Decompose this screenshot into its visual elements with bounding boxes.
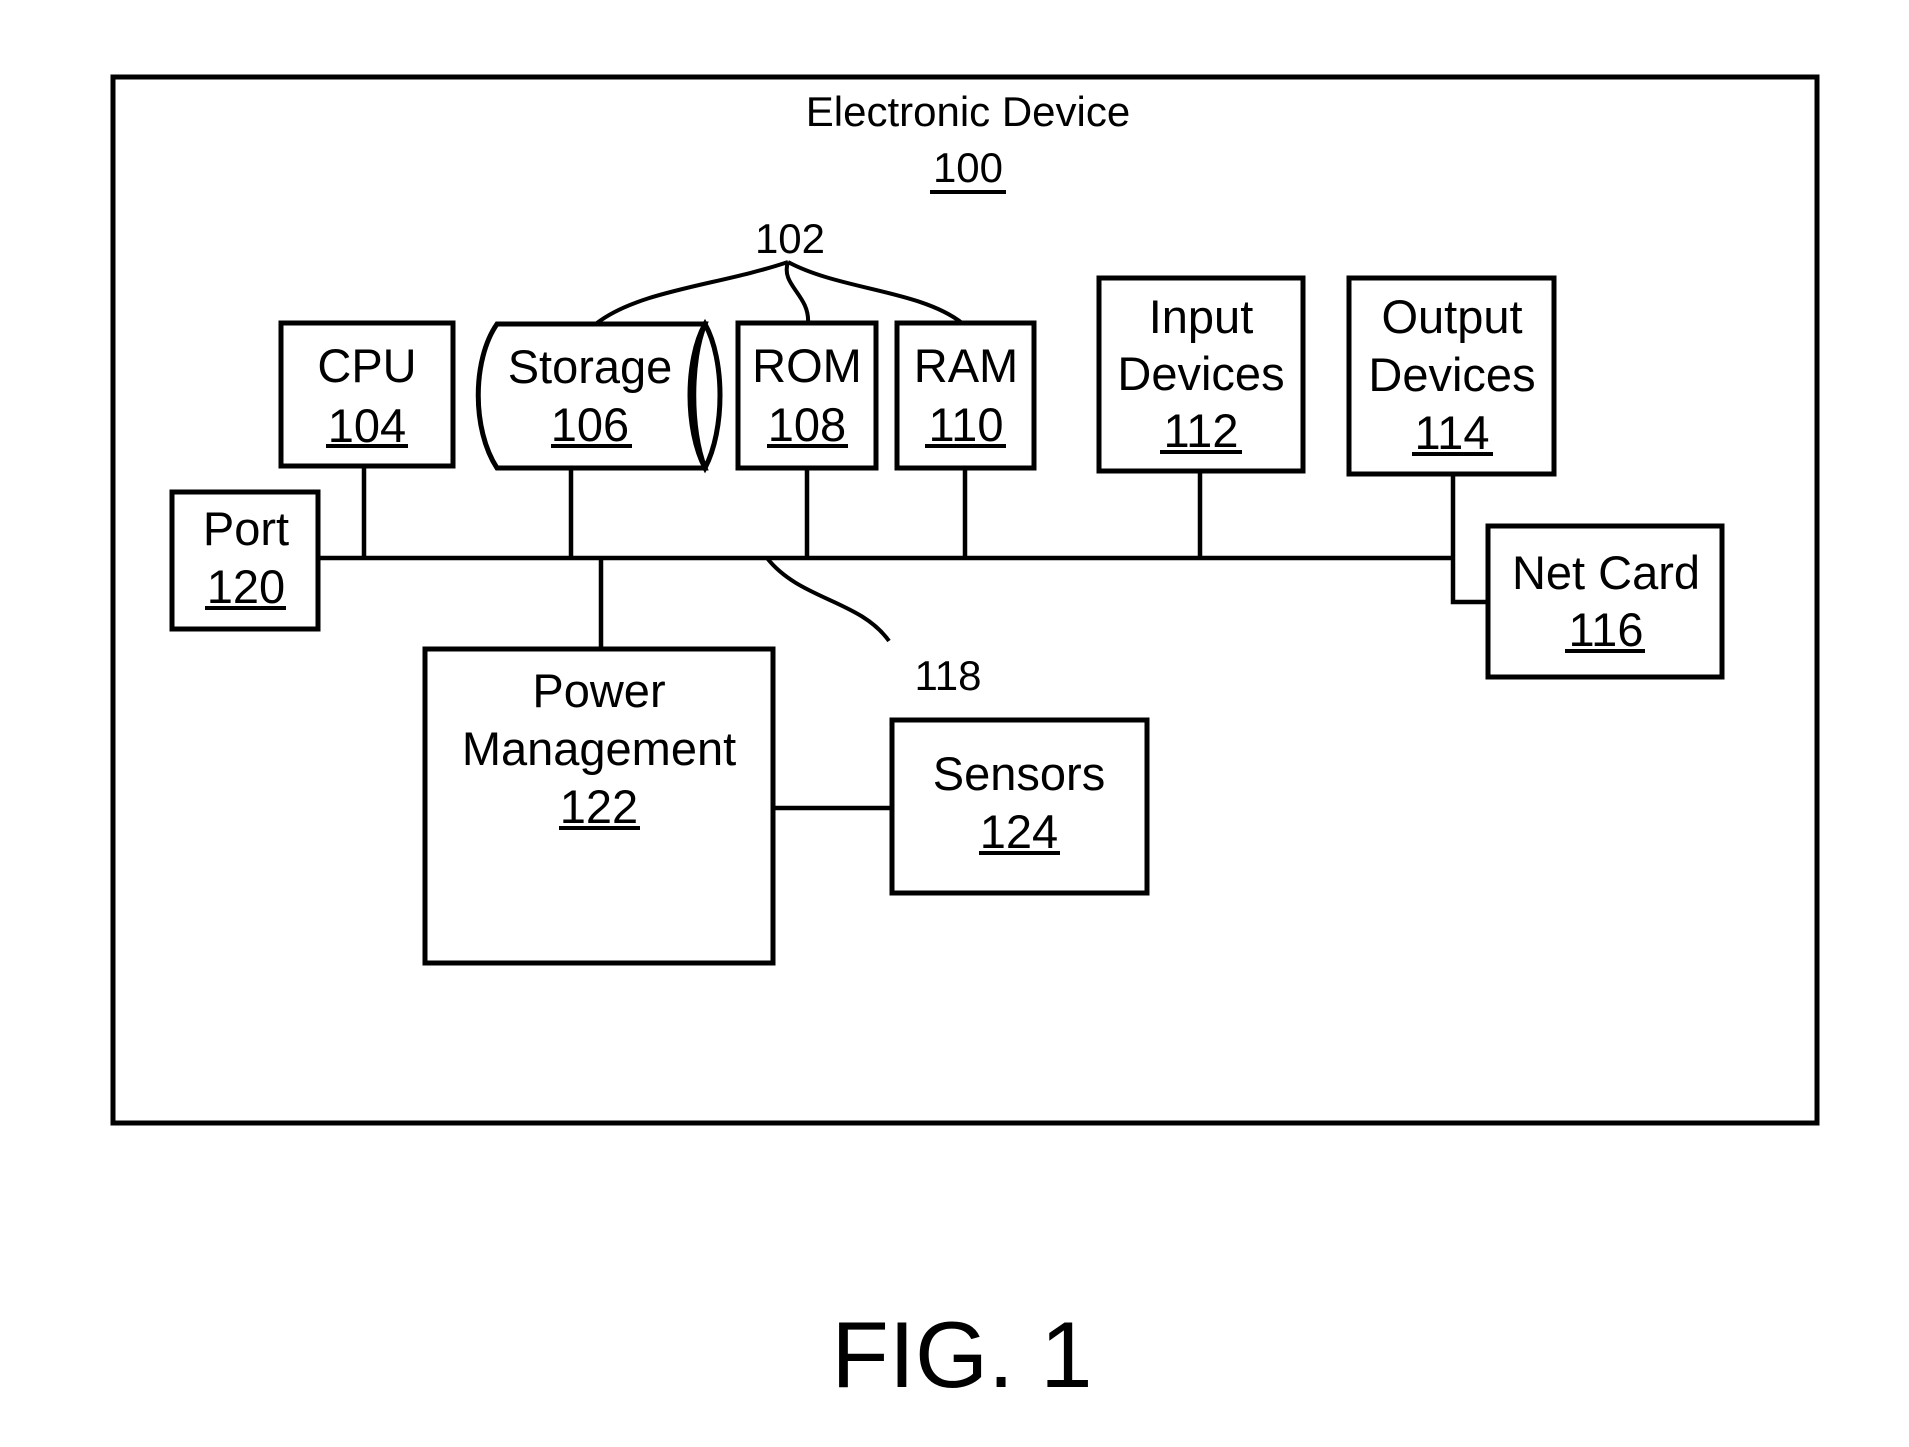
rom-label: ROM — [752, 339, 862, 392]
rom-block: ROM 108 — [735, 320, 879, 471]
port-label: Port — [203, 502, 289, 555]
storage-block: Storage 106 — [475, 318, 723, 474]
output-devices-block: Output Devices 114 — [1346, 275, 1557, 477]
output-label-line1: Output — [1381, 290, 1522, 343]
port-block: Port 120 — [169, 489, 321, 632]
output-ref: 114 — [1415, 406, 1490, 459]
net-card-block: Net Card 116 — [1485, 523, 1725, 680]
cpu-label: CPU — [317, 339, 416, 392]
power-label-line2: Management — [462, 722, 736, 775]
sensors-label: Sensors — [933, 747, 1105, 800]
figure-caption: FIG. 1 — [831, 1302, 1092, 1407]
storage-label: Storage — [508, 340, 673, 393]
container-ref: 100 — [933, 144, 1003, 191]
power-label-line1: Power — [532, 664, 665, 717]
storage-ref: 106 — [551, 398, 629, 451]
ram-ref: 110 — [929, 398, 1004, 451]
rom-ref: 108 — [768, 398, 846, 451]
sensors-ref: 124 — [980, 805, 1058, 858]
netcard-label: Net Card — [1512, 546, 1700, 599]
input-label-line2: Devices — [1117, 347, 1284, 400]
ram-label: RAM — [914, 339, 1018, 392]
power-ref: 122 — [560, 780, 638, 833]
container-title: Electronic Device — [806, 88, 1130, 135]
memory-group-ref: 102 — [755, 215, 825, 262]
bus-ref: 118 — [915, 652, 982, 699]
netcard-ref: 116 — [1569, 603, 1644, 656]
sensors-block: Sensors 124 — [889, 717, 1150, 896]
input-label-line1: Input — [1149, 290, 1254, 343]
output-label-line2: Devices — [1368, 348, 1535, 401]
input-devices-block: Input Devices 112 — [1096, 275, 1306, 474]
ram-block: RAM 110 — [894, 320, 1037, 471]
power-management-block: Power Management 122 — [422, 646, 776, 966]
cpu-block: CPU 104 — [278, 320, 456, 469]
input-ref: 112 — [1164, 404, 1239, 457]
port-ref: 120 — [207, 560, 285, 613]
block-diagram: Electronic Device 100 102 118 CPU 104 St… — [110, 74, 1820, 1407]
